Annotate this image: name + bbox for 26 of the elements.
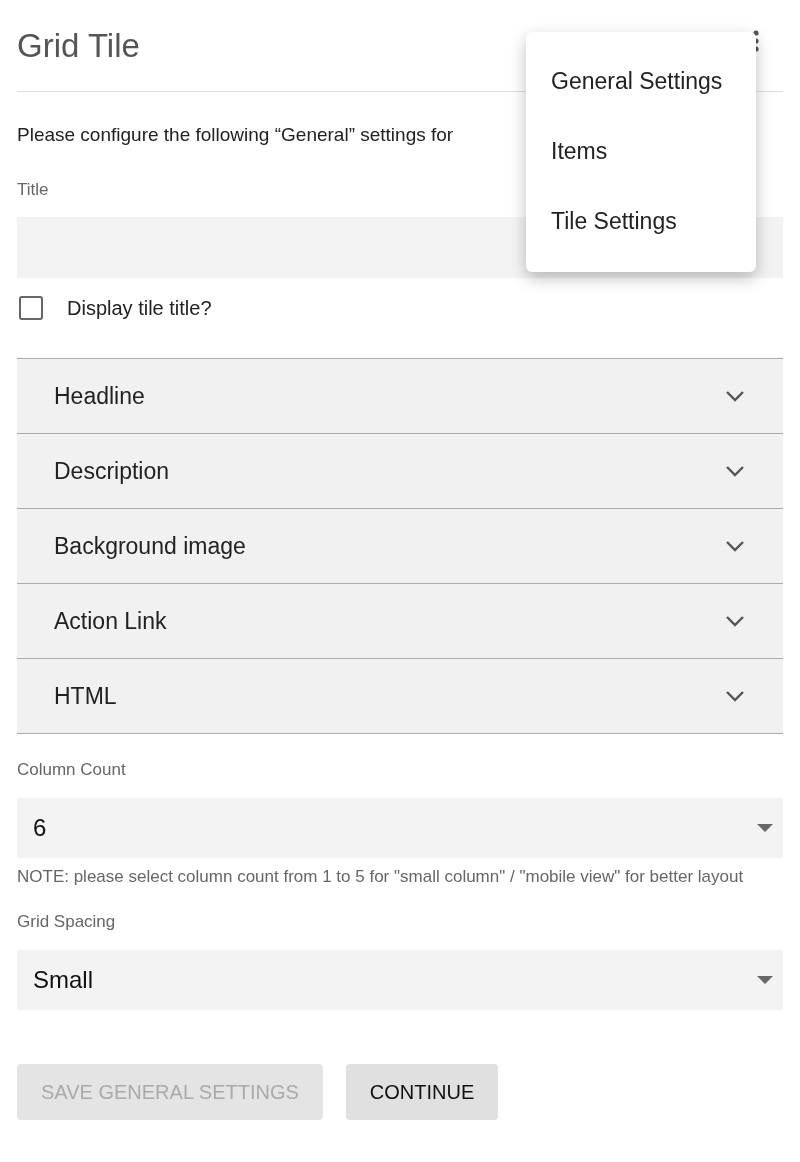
checkbox[interactable]	[19, 296, 43, 320]
field-label: Column Count	[17, 760, 127, 780]
chevron-down-icon	[725, 390, 745, 402]
field-label: Grid Spacing	[17, 912, 117, 932]
chevron-down-icon	[725, 465, 745, 477]
select-field[interactable]: Small	[17, 950, 783, 1010]
dropdown-caret-icon	[757, 976, 773, 984]
checkbox-label: Display tile title?	[67, 296, 212, 320]
intro-text: Please configure the following “General” settings for	[17, 124, 455, 146]
accordion-header[interactable]: Action Link	[17, 584, 783, 659]
chevron-down-icon	[725, 615, 745, 627]
accordion-header[interactable]: Description	[17, 434, 783, 509]
dropdown-caret-icon	[757, 824, 773, 832]
select-field[interactable]: 6	[17, 798, 783, 858]
field-label: Title	[17, 180, 50, 200]
note-text: NOTE: please select column count from 1 to 5 for "small column" / "mobile view" for better layout	[17, 868, 745, 886]
page-title: Grid Tile	[17, 26, 140, 65]
menu-item[interactable]: Items	[526, 116, 756, 186]
menu-item[interactable]: Tile Settings	[526, 186, 756, 256]
accordion-header[interactable]: Background image	[17, 509, 783, 584]
accordion-header[interactable]: Headline	[17, 359, 783, 434]
accordion-header[interactable]: HTML	[17, 659, 783, 734]
chevron-down-icon	[725, 540, 745, 552]
chevron-down-icon	[725, 690, 745, 702]
menu-item[interactable]: General Settings	[526, 46, 756, 116]
action-button[interactable]: CONTINUE	[345, 1064, 499, 1120]
